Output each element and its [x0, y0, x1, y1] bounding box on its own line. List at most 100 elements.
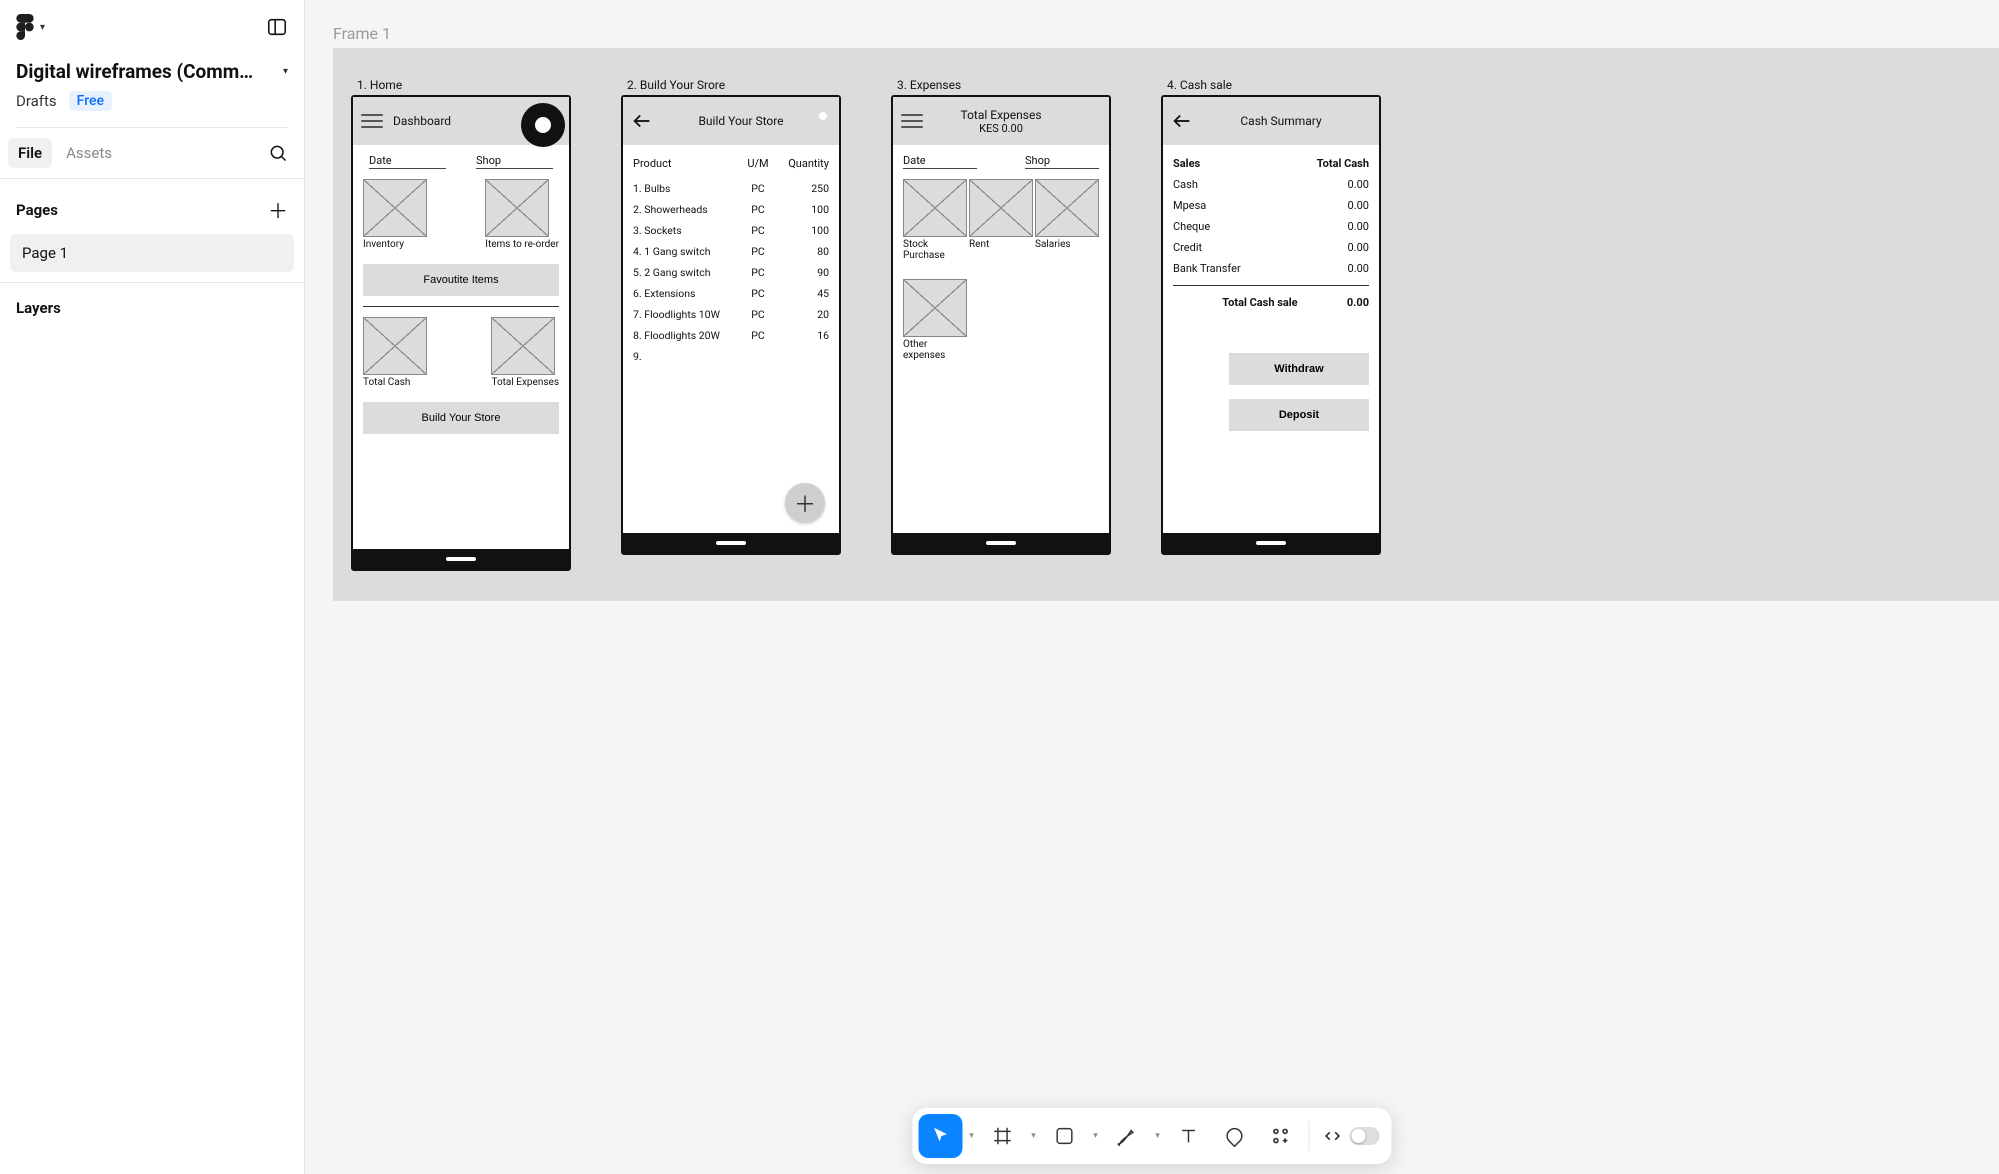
- expenses-shop-field: Shop: [1025, 153, 1099, 169]
- image-placeholder-icon: [903, 179, 967, 237]
- cash-row: Mpesa0.00: [1173, 195, 1369, 216]
- frame-tool-chevron-icon[interactable]: ▾: [1027, 1131, 1041, 1141]
- move-tool-button[interactable]: [919, 1114, 963, 1158]
- wireframe-build-label: 2. Build Your Srore: [627, 78, 725, 92]
- canvas[interactable]: Frame 1 1. Home Dashboard Date: [305, 0, 1999, 1174]
- image-placeholder-icon: [491, 317, 555, 375]
- figma-logo-icon: [16, 14, 34, 40]
- dev-mode-button[interactable]: [1316, 1114, 1386, 1158]
- build-row: 1. BulbsPC250: [633, 178, 829, 199]
- home-tile-reorder: Items to re-order: [485, 239, 559, 250]
- build-row: 5. 2 Gang switchPC90: [633, 262, 829, 283]
- build-head-product: Product: [633, 157, 737, 170]
- toolbar-divider: [1309, 1121, 1310, 1151]
- image-placeholder-icon: [363, 317, 427, 375]
- file-title[interactable]: Digital wireframes (Commu…: [16, 60, 256, 83]
- pages-section-title: Pages: [16, 201, 58, 219]
- image-placeholder-icon: [485, 179, 549, 237]
- cash-deposit-button: Deposit: [1229, 399, 1369, 431]
- wireframe-cash-label: 4. Cash sale: [1167, 78, 1232, 92]
- wireframe-home[interactable]: 1. Home Dashboard Date Shop: [351, 78, 571, 571]
- android-home-pill-icon: [716, 541, 746, 545]
- search-icon[interactable]: [268, 143, 288, 163]
- exp-tile-other: Other expenses: [903, 339, 967, 361]
- tab-file[interactable]: File: [8, 138, 52, 168]
- exp-tile-stock: Stock Purchase: [903, 239, 967, 261]
- home-build-button: Build Your Store: [363, 402, 559, 434]
- plan-badge-free[interactable]: Free: [69, 91, 112, 111]
- page-item-page1[interactable]: Page 1: [10, 234, 294, 272]
- wireframe-build[interactable]: 2. Build Your Srore Build Your Store Pro…: [621, 78, 841, 571]
- add-page-button[interactable]: ＋: [268, 195, 288, 224]
- cash-head-sales: Sales: [1173, 157, 1200, 170]
- build-head-um: U/M: [737, 157, 779, 170]
- expenses-date-field: Date: [903, 153, 977, 169]
- wireframe-cashsale[interactable]: 4. Cash sale Cash Summary Sales Total Ca…: [1161, 78, 1381, 571]
- cash-total-row: Total Cash sale0.00: [1173, 292, 1369, 313]
- figma-menu-button[interactable]: ▾: [16, 14, 45, 40]
- file-title-chevron-icon[interactable]: ▾: [283, 66, 288, 77]
- build-row: 6. ExtensionsPC45: [633, 283, 829, 304]
- cash-row: Credit0.00: [1173, 237, 1369, 258]
- home-shop-field: Shop: [476, 153, 553, 169]
- home-fav-button: Favoutite Items: [363, 264, 559, 296]
- expenses-title: Total Expenses: [960, 108, 1041, 122]
- shape-tool-button[interactable]: [1043, 1114, 1087, 1158]
- image-placeholder-icon: [363, 179, 427, 237]
- build-row: 3. SocketsPC100: [633, 220, 829, 241]
- pen-tool-chevron-icon[interactable]: ▾: [1151, 1131, 1165, 1141]
- expenses-amount: KES 0.00: [979, 122, 1023, 135]
- frame-1[interactable]: 1. Home Dashboard Date Shop: [333, 48, 1999, 601]
- comment-tool-button[interactable]: [1213, 1114, 1257, 1158]
- cash-head-total: Total Cash: [1317, 157, 1369, 170]
- bottom-toolbar: ▾ ▾ ▾ ▾: [913, 1108, 1392, 1164]
- hamburger-icon: [361, 114, 383, 128]
- exp-tile-rent: Rent: [969, 239, 1033, 250]
- android-home-pill-icon: [1256, 541, 1286, 545]
- breadcrumb-drafts[interactable]: Drafts: [16, 92, 57, 110]
- image-placeholder-icon: [903, 279, 967, 337]
- shape-tool-chevron-icon[interactable]: ▾: [1089, 1131, 1103, 1141]
- android-home-pill-icon: [446, 557, 476, 561]
- image-placeholder-icon: [969, 179, 1033, 237]
- home-title: Dashboard: [393, 114, 451, 128]
- move-tool-chevron-icon[interactable]: ▾: [965, 1131, 979, 1141]
- build-row: 8. Floodlights 20WPC16: [633, 325, 829, 346]
- text-tool-button[interactable]: [1167, 1114, 1211, 1158]
- pen-tool-button[interactable]: [1105, 1114, 1149, 1158]
- back-arrow-icon: [631, 110, 653, 132]
- frame-label[interactable]: Frame 1: [333, 24, 391, 43]
- cash-row: Cash0.00: [1173, 174, 1369, 195]
- cash-row: Bank Transfer0.00: [1173, 258, 1369, 279]
- loader-icon: [809, 113, 825, 129]
- android-home-pill-icon: [986, 541, 1016, 545]
- fab-add-button: ＋: [785, 483, 825, 523]
- build-head-qty: Quantity: [779, 157, 829, 170]
- left-sidebar: ▾ Digital wireframes (Commu… ▾ Drafts Fr…: [0, 0, 305, 1174]
- cash-row: Cheque0.00: [1173, 216, 1369, 237]
- cash-withdraw-button: Withdraw: [1229, 353, 1369, 385]
- home-tile-totalcash: Total Cash: [363, 377, 410, 388]
- home-tile-totalexp: Total Expenses: [491, 377, 559, 388]
- cash-title: Cash Summary: [1240, 114, 1321, 128]
- actions-tool-button[interactable]: [1259, 1114, 1303, 1158]
- wireframe-expenses-label: 3. Expenses: [897, 78, 961, 92]
- toggle-panels-button[interactable]: [266, 16, 288, 38]
- home-tile-inventory: Inventory: [363, 239, 404, 250]
- exp-tile-salaries: Salaries: [1035, 239, 1099, 250]
- back-arrow-icon: [1171, 110, 1193, 132]
- dev-mode-toggle[interactable]: [1350, 1127, 1380, 1145]
- frame-tool-button[interactable]: [981, 1114, 1025, 1158]
- chevron-down-icon: ▾: [40, 22, 45, 33]
- build-row: 9.: [633, 346, 829, 367]
- build-title: Build Your Store: [698, 114, 783, 128]
- wireframe-expenses[interactable]: 3. Expenses Total Expenses KES 0.00 Date: [891, 78, 1111, 571]
- wireframe-home-label: 1. Home: [357, 78, 402, 92]
- image-placeholder-icon: [1035, 179, 1099, 237]
- tab-assets[interactable]: Assets: [56, 138, 122, 168]
- avatar-placeholder-icon: [521, 103, 565, 147]
- build-row: 4. 1 Gang switchPC80: [633, 241, 829, 262]
- home-date-field: Date: [369, 153, 446, 169]
- hamburger-icon: [901, 114, 923, 128]
- layers-section-title: Layers: [0, 282, 304, 333]
